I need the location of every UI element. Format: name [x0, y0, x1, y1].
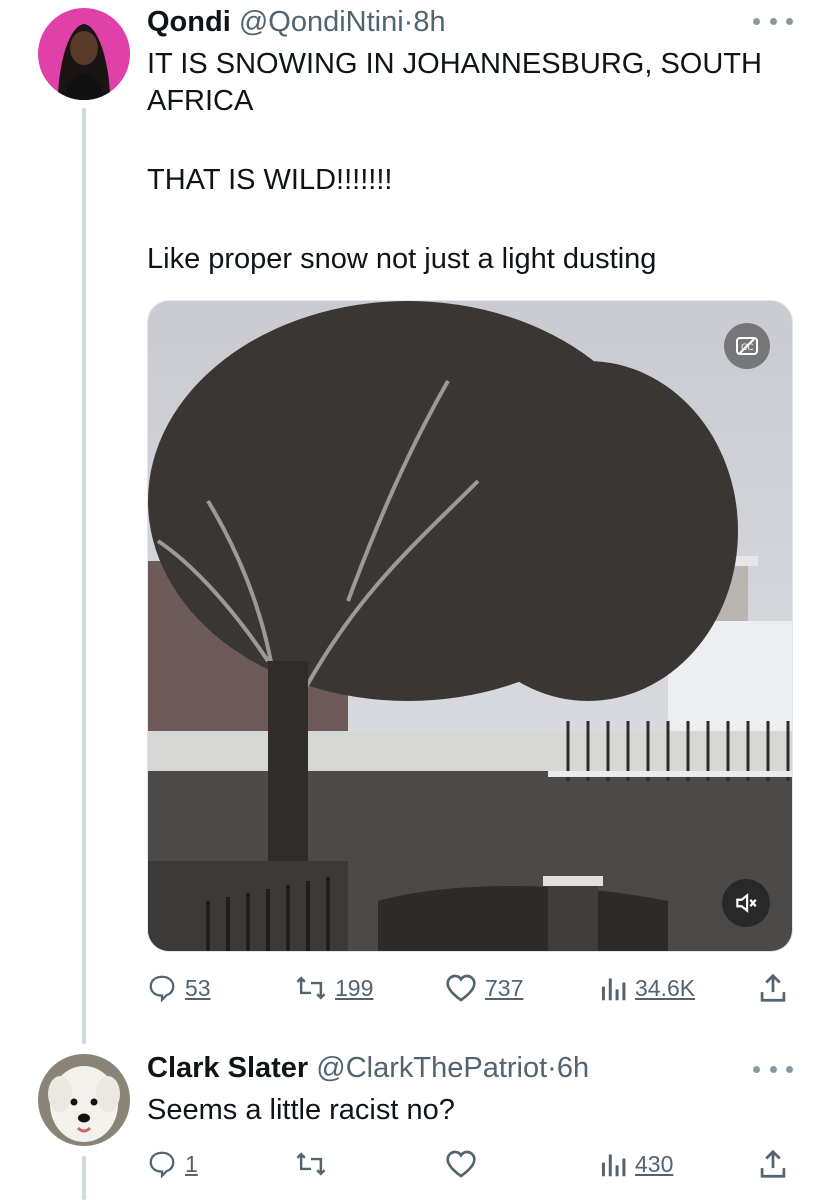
tweet-paragraph: IT IS SNOWING IN JOHANNESBURG, SOUTH AFR…	[147, 48, 762, 117]
avatar[interactable]	[38, 1054, 130, 1146]
separator: ·	[403, 6, 414, 38]
muted-speaker-icon[interactable]	[722, 879, 770, 927]
repost-button[interactable]: 199	[295, 968, 373, 1008]
thread-line	[82, 1156, 86, 1200]
timestamp[interactable]: 8h	[413, 6, 445, 38]
author-handle[interactable]: @QondiNtini	[239, 6, 404, 38]
video-frame	[148, 301, 792, 951]
share-button[interactable]	[759, 1144, 787, 1184]
like-button[interactable]: 737	[445, 968, 523, 1008]
tweet-reply[interactable]: Clark Slater @ClarkThePatriot·6h Seems a…	[0, 1040, 831, 1200]
share-icon	[760, 973, 786, 1002]
reply-button[interactable]: 53	[147, 968, 211, 1008]
tweet-original[interactable]: Qondi @QondiNtini·8h IT IS SNOWING IN JO…	[0, 0, 831, 1044]
tweet-text: IT IS SNOWING IN JOHANNESBURG, SOUTH AFR…	[147, 46, 797, 278]
reply-button[interactable]: 1	[147, 1144, 198, 1184]
more-options-icon[interactable]	[753, 14, 793, 28]
thread-line	[82, 108, 86, 1044]
tweet-actions: 53 199 737 34.6K	[147, 968, 797, 1008]
reply-icon	[149, 1151, 175, 1179]
reply-icon	[149, 975, 175, 1003]
closed-captions-icon[interactable]: CC	[724, 323, 770, 369]
more-options-icon[interactable]	[753, 1062, 793, 1076]
share-button[interactable]	[759, 968, 787, 1008]
like-count[interactable]: 737	[485, 975, 523, 1002]
views-button[interactable]: 430	[599, 1144, 673, 1184]
views-button[interactable]: 34.6K	[599, 968, 695, 1008]
separator: ·	[547, 1052, 557, 1084]
tweet-paragraph: Like proper snow not just a light dustin…	[147, 243, 657, 275]
reply-count[interactable]: 53	[185, 975, 211, 1002]
author-name[interactable]: Clark Slater	[147, 1052, 308, 1084]
heart-icon	[446, 1150, 476, 1178]
repost-count[interactable]: 199	[335, 975, 373, 1002]
share-icon	[760, 1149, 786, 1178]
avatar[interactable]	[38, 8, 130, 100]
tweet-header: Qondi @QondiNtini·8h	[147, 5, 446, 39]
repost-icon	[296, 976, 326, 1000]
tweet-actions: 1 430	[147, 1144, 797, 1184]
heart-icon	[446, 974, 476, 1002]
view-count[interactable]: 430	[635, 1151, 673, 1178]
video-player[interactable]: CC	[147, 300, 793, 952]
views-icon	[601, 1154, 626, 1177]
tweet-text: Seems a little racist no?	[147, 1092, 797, 1129]
view-count[interactable]: 34.6K	[635, 975, 695, 1002]
tweet-paragraph: Seems a little racist no?	[147, 1094, 455, 1126]
tweet-paragraph: THAT IS WILD!!!!!!!	[147, 164, 393, 196]
repost-button[interactable]	[295, 1144, 335, 1184]
tweet-header: Clark Slater @ClarkThePatriot·6h	[147, 1051, 589, 1085]
reply-count[interactable]: 1	[185, 1151, 198, 1178]
views-icon	[601, 978, 626, 1001]
repost-icon	[296, 1152, 326, 1176]
author-handle[interactable]: @ClarkThePatriot	[316, 1052, 547, 1084]
author-name[interactable]: Qondi	[147, 6, 231, 38]
like-button[interactable]	[445, 1144, 485, 1184]
timestamp[interactable]: 6h	[557, 1052, 589, 1084]
